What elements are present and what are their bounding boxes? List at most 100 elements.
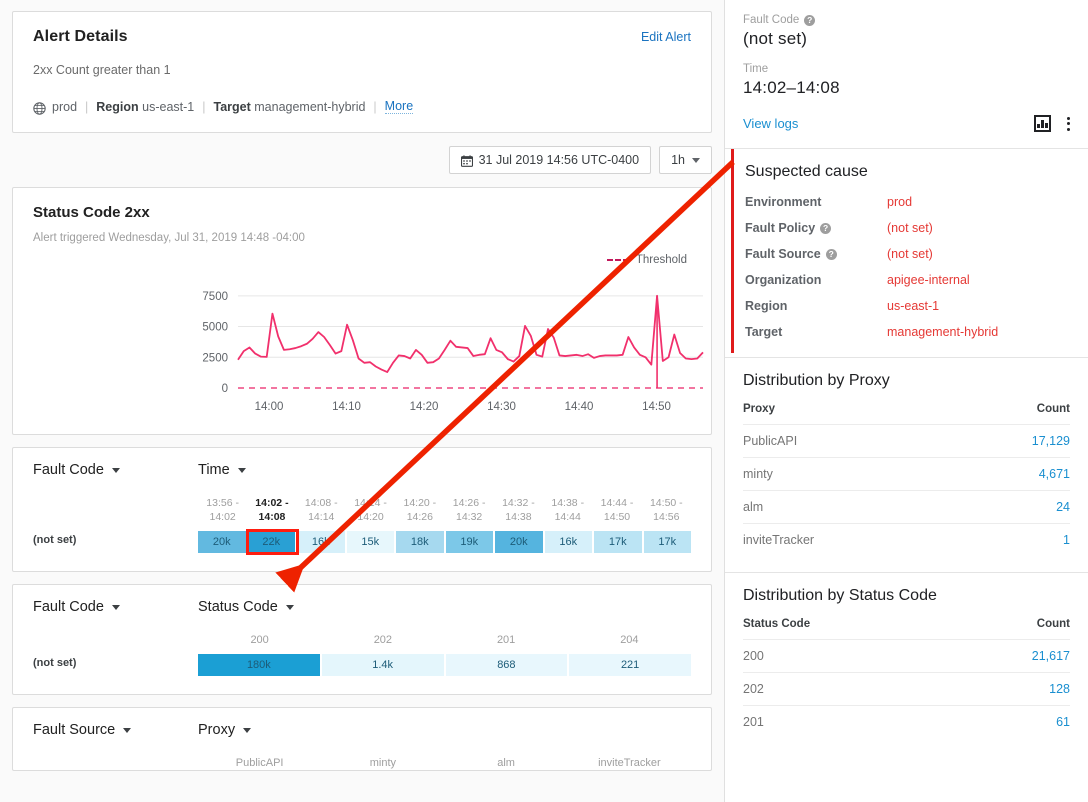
heatmap-cell[interactable]: 19k — [446, 531, 496, 553]
bar-chart-icon[interactable] — [1034, 115, 1051, 132]
heatmap-cell[interactable]: 17k — [594, 531, 644, 553]
col-dimension-label: Status Code — [198, 599, 278, 615]
suspected-cause-key: Fault Policy? — [745, 221, 887, 235]
table-row: PublicAPI17,129 — [743, 425, 1070, 458]
heatmap-dimension-row: Fault Code Time — [33, 462, 691, 478]
chart-title: Status Code 2xx — [33, 204, 691, 221]
alert-details-header: Alert Details Edit Alert — [33, 28, 691, 46]
alert-condition-text: 2xx Count greater than 1 — [33, 63, 691, 77]
range-select-value: 1h — [671, 153, 685, 167]
row-dimension-label: Fault Source — [33, 722, 115, 738]
heatmap-cell[interactable]: 17k — [644, 531, 692, 553]
col-dimension-selector-statuscode[interactable]: Status Code — [198, 599, 294, 615]
suspected-cause-key: Environment — [745, 195, 887, 209]
row-dimension-selector-faultcode-2[interactable]: Fault Code — [33, 599, 198, 615]
heatmap-col-header: inviteTracker — [568, 756, 691, 770]
heatmap-column-headers: 200202201204 — [198, 633, 691, 647]
app-root: Alert Details Edit Alert 2xx Count great… — [0, 0, 1088, 802]
help-icon[interactable]: ? — [826, 249, 837, 260]
row-count[interactable]: 21,617 — [951, 640, 1070, 673]
heatmap-cell[interactable]: 16k — [297, 531, 347, 553]
row-name: inviteTracker — [743, 524, 956, 557]
heatmap-cell[interactable]: 15k — [347, 531, 397, 553]
heatmap-dimension-row: Fault Source Proxy — [33, 722, 691, 738]
proxy-col-header: Proxy — [743, 403, 956, 425]
heatmap-cell[interactable]: 180k — [198, 654, 322, 676]
chevron-down-icon — [692, 158, 700, 163]
row-dimension-selector-faultsource[interactable]: Fault Source — [33, 722, 198, 738]
row-dimension-label: Fault Code — [33, 462, 104, 478]
heatmap-col-header: 14:20 -14:26 — [395, 496, 444, 524]
meta-divider: | — [202, 100, 205, 114]
heatmap-cell[interactable]: 20k — [495, 531, 545, 553]
heatmap-body: (not set) 13:56 -14:0214:02 -14:0814:08 … — [33, 496, 691, 553]
row-count[interactable]: 17,129 — [956, 425, 1070, 458]
chevron-down-icon — [286, 605, 294, 610]
suspected-cause-list: EnvironmentprodFault Policy?(not set)Fau… — [745, 195, 1070, 339]
heatmap-cell-selected[interactable]: 22k — [248, 531, 298, 553]
heatmap-col-header: 14:32 -14:38 — [494, 496, 543, 524]
time-label-row: Time — [743, 63, 1070, 75]
heatmap-cell[interactable]: 868 — [446, 654, 570, 676]
row-count[interactable]: 1 — [956, 524, 1070, 557]
heatmap-col-header: 14:02 -14:08 — [247, 496, 296, 524]
heatmap-cell[interactable]: 20k — [198, 531, 248, 553]
chart-subtitle: Alert triggered Wednesday, Jul 31, 2019 … — [33, 232, 691, 244]
heatmap-cell[interactable]: 1.4k — [322, 654, 446, 676]
kebab-menu-icon[interactable] — [1067, 117, 1070, 131]
heatmap-cell[interactable]: 221 — [569, 654, 691, 676]
row-name: 202 — [743, 673, 951, 706]
chevron-down-icon — [243, 728, 251, 733]
suspected-cause-row: Environmentprod — [745, 195, 1070, 209]
x-axis-tick-label: 14:20 — [410, 401, 439, 413]
heatmap-col-header: 13:56 -14:02 — [198, 496, 247, 524]
suspected-cause-key: Target — [745, 325, 887, 339]
heatmap-col-header: 14:26 -14:32 — [444, 496, 493, 524]
table-header-row: Status Code Count — [743, 618, 1070, 640]
suspected-cause-row: Fault Source?(not set) — [745, 247, 1070, 261]
heatmap-col-header: alm — [445, 756, 568, 770]
chart-legend: Threshold — [607, 254, 687, 266]
row-count[interactable]: 4,671 — [956, 458, 1070, 491]
row-count[interactable]: 24 — [956, 491, 1070, 524]
heatmap-dimension-row: Fault Code Status Code — [33, 599, 691, 615]
col-dimension-label: Proxy — [198, 722, 235, 738]
row-dimension-selector-faultcode[interactable]: Fault Code — [33, 462, 198, 478]
col-dimension-label: Time — [198, 462, 230, 478]
heatmap-cell[interactable]: 16k — [545, 531, 595, 553]
heatmap-cell[interactable]: 18k — [396, 531, 446, 553]
distribution-by-proxy-section: Distribution by Proxy Proxy Count Public… — [725, 358, 1088, 572]
suspected-cause-row: Fault Policy?(not set) — [745, 221, 1070, 235]
row-count[interactable]: 61 — [951, 706, 1070, 739]
chevron-down-icon — [112, 605, 120, 610]
heatmap-col-header: 201 — [445, 633, 568, 647]
heatmap-row-label: (not set) — [33, 657, 198, 676]
range-select[interactable]: 1h — [659, 146, 712, 174]
col-dimension-selector-proxy[interactable]: Proxy — [198, 722, 251, 738]
time-toolbar: 31 Jul 2019 14:56 UTC-0400 1h — [12, 145, 712, 175]
view-logs-link[interactable]: View logs — [743, 116, 798, 131]
heatmap-col-header: 14:44 -14:50 — [592, 496, 641, 524]
heatmap-cell-row: 180k1.4k868221 — [198, 654, 691, 676]
help-icon[interactable]: ? — [820, 223, 831, 234]
heatmap-col-header: 14:08 -14:14 — [297, 496, 346, 524]
chevron-down-icon — [112, 468, 120, 473]
table-header-row: Proxy Count — [743, 403, 1070, 425]
y-axis-tick-label: 2500 — [202, 352, 228, 364]
chart-plot-area: Threshold 025005000750014:0014:1014:2014… — [33, 248, 691, 420]
page-title: Alert Details — [33, 28, 128, 46]
edit-alert-link[interactable]: Edit Alert — [641, 30, 691, 44]
heatmap-body: PublicAPImintyalminviteTracker — [33, 756, 691, 770]
line-chart-svg: 025005000750014:0014:1014:2014:3014:4014… — [33, 248, 713, 420]
distribution-by-status-code-section: Distribution by Status Code Status Code … — [725, 573, 1088, 754]
proxy-distribution-title: Distribution by Proxy — [743, 372, 1070, 390]
chevron-down-icon — [238, 468, 246, 473]
date-picker-button[interactable]: 31 Jul 2019 14:56 UTC-0400 — [449, 146, 652, 174]
row-count[interactable]: 128 — [951, 673, 1070, 706]
col-dimension-selector-time[interactable]: Time — [198, 462, 246, 478]
help-icon[interactable]: ? — [804, 15, 815, 26]
heatmap-col-header: 14:14 -14:20 — [346, 496, 395, 524]
x-axis-tick-label: 14:50 — [642, 401, 671, 413]
more-link[interactable]: More — [385, 99, 413, 114]
heatmap-row-label: (not set) — [33, 534, 198, 553]
